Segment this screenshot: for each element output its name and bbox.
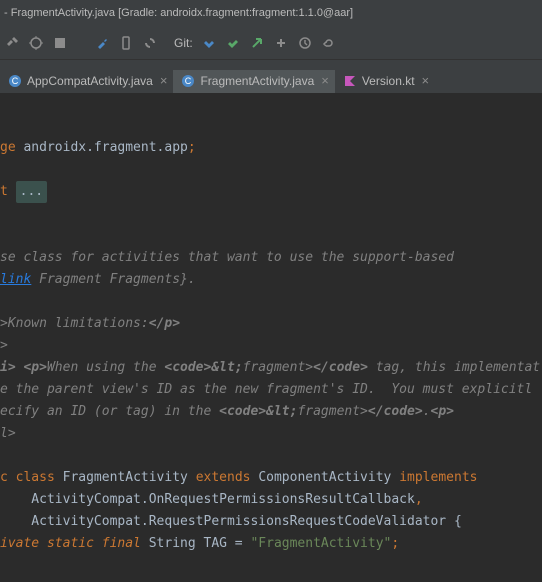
- git-new-branch-icon[interactable]: [273, 35, 289, 51]
- kotlin-file-icon: [343, 74, 357, 88]
- fold-marker[interactable]: ...: [16, 181, 47, 203]
- close-icon[interactable]: ×: [321, 73, 329, 88]
- window-title: - FragmentActivity.java [Gradle: android…: [4, 7, 353, 19]
- toolbar: Git:: [0, 26, 542, 60]
- sync-icon[interactable]: [142, 35, 158, 51]
- tab-fragmentactivity[interactable]: C FragmentActivity.java ×: [173, 70, 334, 93]
- tab-label: Version.kt: [362, 74, 415, 88]
- tab-appcompatactivity[interactable]: C AppCompatActivity.java ×: [0, 70, 173, 93]
- close-icon[interactable]: ×: [422, 73, 430, 88]
- close-icon[interactable]: ×: [160, 73, 168, 88]
- git-update-icon[interactable]: [201, 35, 217, 51]
- git-label: Git:: [174, 36, 193, 50]
- device-icon[interactable]: [118, 35, 134, 51]
- git-history-icon[interactable]: [297, 35, 313, 51]
- svg-text:C: C: [12, 76, 19, 86]
- git-push-icon[interactable]: [249, 35, 265, 51]
- tab-versionkt[interactable]: Version.kt ×: [335, 70, 435, 93]
- attach-icon[interactable]: [94, 35, 110, 51]
- stop-icon[interactable]: [52, 35, 68, 51]
- java-class-icon: C: [181, 74, 195, 88]
- java-class-icon: C: [8, 74, 22, 88]
- tab-label: AppCompatActivity.java: [27, 74, 153, 88]
- debug-icon[interactable]: [28, 35, 44, 51]
- code-editor[interactable]: ge androidx.fragment.app; t ... se class…: [0, 93, 542, 555]
- tab-label: FragmentActivity.java: [200, 74, 314, 88]
- hammer-icon[interactable]: [4, 35, 20, 51]
- title-bar: - FragmentActivity.java [Gradle: android…: [0, 0, 542, 26]
- git-commit-icon[interactable]: [225, 35, 241, 51]
- svg-text:C: C: [185, 76, 192, 86]
- editor-tabs: C AppCompatActivity.java × C FragmentAct…: [0, 60, 542, 93]
- git-revert-icon[interactable]: [321, 35, 337, 51]
